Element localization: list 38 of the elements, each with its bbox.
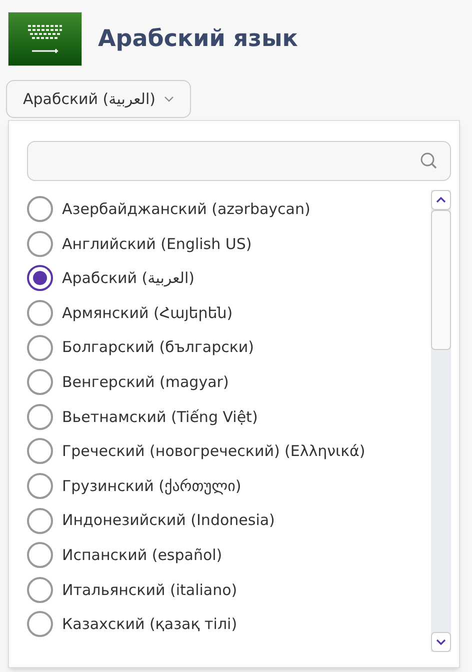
language-option[interactable]: Английский (English US)	[27, 226, 431, 262]
language-option[interactable]: Болгарский (български)	[27, 330, 431, 365]
scroll-thumb[interactable]	[431, 210, 451, 350]
language-option[interactable]: Итальянский (italiano)	[27, 572, 431, 608]
flag-icon	[8, 12, 82, 66]
language-option[interactable]: Вьетнамский (Tiếng Việt)	[27, 400, 431, 434]
scroll-down-button[interactable]	[431, 632, 451, 652]
radio-button[interactable]	[27, 265, 53, 292]
language-option[interactable]: Венгерский (magyar)	[27, 364, 431, 400]
radio-button[interactable]	[27, 473, 53, 500]
caret-icon	[164, 96, 174, 102]
language-option[interactable]: Армянский (Հայերեն)	[27, 296, 431, 330]
radio-button[interactable]	[27, 576, 53, 603]
radio-button[interactable]	[27, 369, 53, 396]
language-option[interactable]: Греческий (новогреческий) (Ελληνικά)	[27, 434, 431, 469]
radio-button[interactable]	[27, 611, 53, 638]
language-option[interactable]: Грузинский (ქართული)	[27, 468, 431, 504]
radio-button[interactable]	[27, 230, 53, 257]
language-option[interactable]: Испанский (español)	[27, 538, 431, 573]
language-option[interactable]: Азербайджанский (azərbaycan)	[27, 192, 431, 227]
search-field[interactable]	[27, 141, 451, 181]
down-caret-icon	[436, 639, 446, 645]
radio-button[interactable]	[27, 542, 53, 568]
radio-button[interactable]	[27, 404, 53, 430]
radio-button[interactable]	[27, 300, 53, 326]
scroll-up-button[interactable]	[431, 190, 451, 210]
radio-button[interactable]	[27, 196, 53, 222]
radio-button[interactable]	[27, 438, 53, 464]
language-option[interactable]: Арабский (العربية)	[27, 261, 431, 296]
language-option[interactable]: Казахский (қазақ тілі)	[27, 607, 431, 642]
up-caret-icon	[436, 197, 446, 203]
scrollbar[interactable]	[431, 190, 451, 652]
page-title: Арабский язык	[98, 24, 298, 54]
search-icon	[420, 152, 438, 170]
language-select[interactable]: Арабский (العربية)	[6, 80, 191, 118]
radio-button[interactable]	[27, 334, 53, 361]
language-option[interactable]: Индонезийский (Indonesia)	[27, 503, 431, 538]
radio-button[interactable]	[27, 508, 53, 534]
